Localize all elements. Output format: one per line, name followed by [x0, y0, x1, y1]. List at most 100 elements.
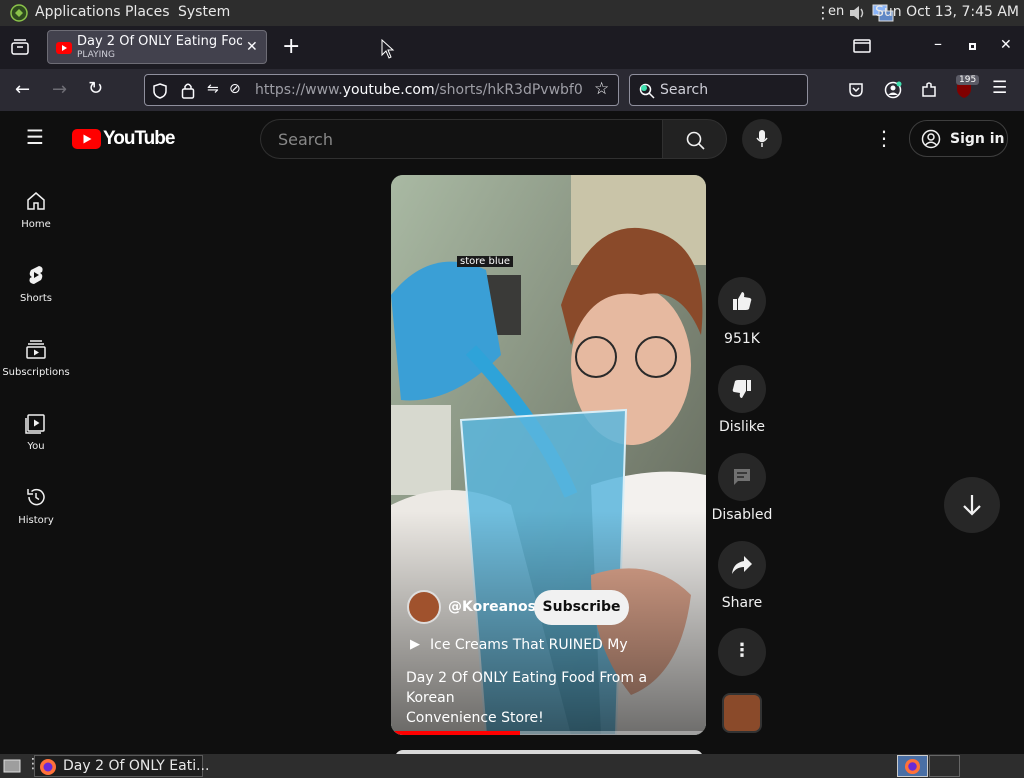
sign-in-button[interactable]: Sign in: [909, 120, 1008, 157]
close-tab-icon[interactable]: ✕: [246, 39, 258, 55]
tab-title: Day 2 Of ONLY Eating Food: [77, 34, 242, 49]
shorts-icon: [29, 266, 43, 284]
search-icon: [686, 131, 705, 150]
forward-icon[interactable]: →: [52, 81, 67, 99]
video-overlay-label: store blue: [457, 256, 514, 267]
clock[interactable]: Sun Oct 13, 7:45 AM: [875, 4, 1019, 20]
more-vert-icon: ⋮: [733, 640, 751, 661]
voice-search-button[interactable]: [742, 119, 782, 159]
next-short-button[interactable]: [944, 477, 1000, 533]
menu-applications[interactable]: Applications: [35, 4, 121, 20]
like-button-circle: [718, 277, 766, 325]
window-icon[interactable]: [853, 39, 871, 53]
share-label: Share: [721, 595, 763, 611]
video-progress-fill: [391, 731, 521, 735]
sidebar-item-home[interactable]: Home: [0, 188, 72, 230]
pocket-icon[interactable]: [848, 82, 864, 98]
menu-system[interactable]: System: [178, 4, 230, 20]
subscribe-label: Subscribe: [542, 599, 621, 615]
guide-menu-icon[interactable]: ☰: [26, 127, 44, 147]
youtube-page: ☰ YouTube Search ⋮ Sign in Home Shorts S…: [0, 111, 1024, 758]
account-icon[interactable]: [884, 81, 902, 99]
thumbs-down-icon: [732, 380, 751, 398]
comments-button-circle: [718, 453, 766, 501]
permissions-icon[interactable]: ⇋: [207, 82, 219, 96]
hamburger-menu-icon[interactable]: ☰: [992, 80, 1007, 97]
sidebar-label-you: You: [27, 441, 45, 452]
tracking-shield-icon[interactable]: [153, 83, 167, 99]
video-title-line-2: Convenience Store!: [406, 710, 544, 726]
share-icon: [732, 556, 752, 574]
reload-icon[interactable]: ↻: [88, 80, 103, 98]
minimize-window-icon[interactable]: –: [934, 36, 942, 52]
search-engine-icon[interactable]: [639, 83, 655, 99]
play-playlist-icon[interactable]: ▶: [410, 637, 420, 652]
video-title[interactable]: Day 2 Of ONLY Eating Food From a Korean …: [406, 668, 696, 728]
bookmark-star-icon[interactable]: ☆: [594, 81, 609, 98]
url-bar[interactable]: ⇋ ⊘ https://www.youtube.com/shorts/hkR3d…: [144, 74, 619, 106]
extension-badge-count: 195: [956, 75, 980, 85]
browser-search-field[interactable]: Search: [629, 74, 808, 106]
mouse-cursor-icon: [381, 39, 395, 59]
navigation-toolbar: ← → ↻ ⇋ ⊘ https://www.youtube.com/shorts…: [0, 69, 1024, 111]
more-actions-circle: ⋮: [718, 628, 766, 676]
sidebar-label-home: Home: [21, 219, 51, 230]
account-circle-icon: [921, 129, 941, 149]
youtube-search-button[interactable]: [662, 119, 727, 159]
taskbar-window-firefox[interactable]: Day 2 Of ONLY Eati...: [34, 755, 209, 777]
gnome-foot-icon[interactable]: [9, 3, 29, 23]
sound-avatar[interactable]: [722, 693, 762, 733]
comments-disabled-label: Disabled: [711, 507, 773, 523]
youtube-search-input[interactable]: Search: [260, 119, 663, 159]
lock-icon[interactable]: [181, 82, 195, 99]
tab-strip: Day 2 Of ONLY Eating Food PLAYING ✕ + – …: [0, 26, 1024, 69]
playlist-title[interactable]: Ice Creams That RUINED My: [430, 637, 628, 653]
youtube-search-placeholder: Search: [278, 130, 333, 149]
microphone-icon: [756, 130, 768, 147]
you-icon: [25, 414, 45, 434]
dislike-button-circle: [718, 365, 766, 413]
bottom-taskbar: ⋮ Day 2 Of ONLY Eati...: [0, 754, 1024, 778]
thumbs-up-icon: [733, 292, 752, 310]
back-icon[interactable]: ←: [15, 81, 30, 99]
youtube-logo-icon: [72, 129, 101, 149]
menu-places[interactable]: Places: [125, 4, 170, 20]
video-title-line-1: Day 2 Of ONLY Eating Food From a Korean: [406, 670, 648, 706]
tab-overview-icon[interactable]: [11, 39, 29, 55]
sidebar-item-you[interactable]: You: [0, 410, 72, 452]
extensions-icon[interactable]: [920, 81, 938, 99]
like-count: 951K: [724, 331, 760, 347]
channel-name[interactable]: @Koreanosh: [448, 599, 546, 615]
workspace-switcher[interactable]: [897, 755, 928, 777]
close-window-icon[interactable]: ✕: [1000, 38, 1012, 52]
sidebar-item-subscriptions[interactable]: Subscriptions: [0, 336, 72, 378]
youtube-logo[interactable]: YouTube: [72, 128, 175, 152]
taskbar-window-title: Day 2 Of ONLY Eati...: [63, 758, 210, 774]
subscribe-button[interactable]: Subscribe: [534, 590, 629, 625]
youtube-favicon-icon: [56, 42, 72, 54]
browser-chrome: Day 2 Of ONLY Eating Food PLAYING ✕ + – …: [0, 26, 1024, 111]
history-icon: [27, 488, 45, 506]
volume-icon[interactable]: [848, 4, 866, 22]
new-tab-icon[interactable]: +: [282, 36, 300, 58]
short-video-player[interactable]: store blue @Koreanosh Subscribe ▶ Ice Cr…: [391, 175, 706, 735]
youtube-logo-text: YouTube: [103, 128, 175, 149]
sidebar-item-shorts[interactable]: Shorts: [0, 262, 72, 304]
autoplay-blocked-icon[interactable]: ⊘: [229, 82, 241, 96]
sidebar-label-subscriptions: Subscriptions: [2, 367, 70, 378]
dislike-label: Dislike: [719, 419, 765, 435]
sidebar-item-history[interactable]: History: [0, 484, 72, 526]
show-desktop-icon[interactable]: [3, 758, 21, 774]
settings-more-icon[interactable]: ⋮: [874, 128, 894, 148]
channel-avatar[interactable]: [407, 590, 441, 624]
maximize-window-icon[interactable]: [969, 43, 976, 50]
home-icon: [27, 192, 45, 210]
system-top-bar: Applications Places System ⋮ en Sun Oct …: [0, 0, 1024, 26]
browser-tab-active[interactable]: Day 2 Of ONLY Eating Food PLAYING ✕: [47, 30, 267, 64]
workspace-2[interactable]: [929, 755, 960, 777]
url-text[interactable]: https://www.youtube.com/shorts/hkR3dPvwb…: [255, 82, 583, 98]
firefox-icon: [40, 759, 56, 775]
share-button-circle: [718, 541, 766, 589]
video-progress-track[interactable]: [391, 731, 706, 735]
keyboard-layout[interactable]: en: [828, 4, 844, 19]
